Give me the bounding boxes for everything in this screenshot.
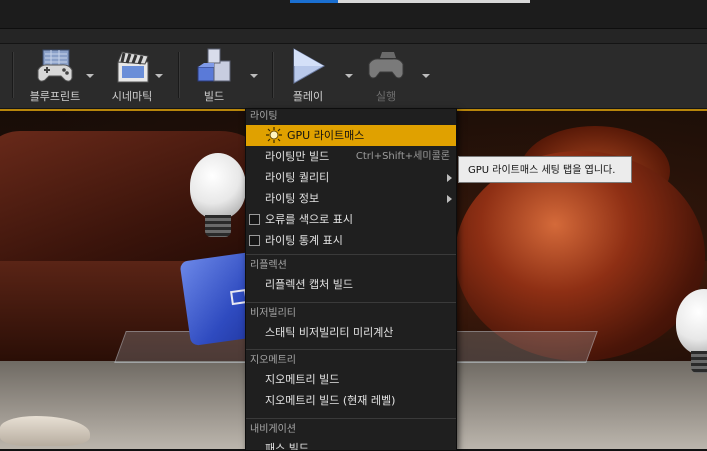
menu-item-show-lighting-stats[interactable]: 라이팅 통계 표시	[246, 230, 456, 251]
light-bulb-icon[interactable]	[676, 289, 707, 373]
build-dropdown-menu: 라이팅 GPU 라이트매스 라이팅만 빌드 Ctrl+Shift+세미콜론 라이…	[245, 108, 457, 451]
toolbar-separator	[178, 52, 180, 98]
menu-item-shortcut: Ctrl+Shift+세미콜론	[355, 151, 450, 162]
menu-section-reflection: 리플렉션 리플렉션 캡처 빌드	[246, 254, 456, 295]
menu-item-label: 라이팅 퀄리티	[265, 171, 330, 184]
menu-item-label: 오류를 색으로 표시	[265, 213, 353, 226]
menu-item-gpu-lightmass[interactable]: GPU 라이트매스	[246, 125, 456, 146]
menu-item-lighting-quality[interactable]: 라이팅 퀄리티	[246, 167, 456, 188]
menu-section-navigation: 내비게이션 패스 빌드	[246, 418, 456, 451]
tooltip: GPU 라이트매스 세팅 탭을 엽니다.	[458, 156, 632, 183]
menu-section-lighting: 라이팅 GPU 라이트매스 라이팅만 빌드 Ctrl+Shift+세미콜론 라이…	[246, 109, 456, 251]
menu-item-label: 패스 빌드	[265, 442, 309, 451]
build-label: 빌드	[203, 90, 225, 103]
active-tab-indicator	[290, 0, 338, 3]
blueprint-gamepad-icon	[31, 46, 79, 86]
menu-item-build-reflection-captures[interactable]: 리플렉션 캡처 빌드	[246, 274, 456, 295]
menu-section-header: 지오메트리	[250, 355, 296, 366]
menu-item-label: 지오메트리 빌드	[265, 373, 340, 386]
menu-divider	[246, 302, 456, 303]
blueprint-button[interactable]: 블루프린트	[22, 46, 88, 106]
menu-item-label: 리플렉션 캡처 빌드	[265, 278, 353, 291]
menu-divider	[246, 254, 456, 255]
tab-strip-bar	[338, 0, 530, 3]
gpu-lightmass-sun-icon	[266, 127, 282, 143]
launch-gamepad-icon	[362, 46, 410, 86]
play-dropdown-chevron-icon[interactable]	[345, 74, 353, 78]
checkbox-icon[interactable]	[249, 235, 260, 246]
launch-label: 실행	[375, 90, 397, 103]
menu-section-visibility: 비저빌리티 스태틱 비저빌리티 미리계산	[246, 302, 456, 343]
build-dropdown-chevron-icon[interactable]	[250, 74, 258, 78]
menu-item-label: 라이팅 정보	[265, 192, 320, 205]
menu-item-build-paths[interactable]: 패스 빌드	[246, 438, 456, 451]
menu-divider	[246, 418, 456, 419]
menu-item-lighting-info[interactable]: 라이팅 정보	[246, 188, 456, 209]
menu-section-geometry: 지오메트리 지오메트리 빌드 지오메트리 빌드 (현재 레벨)	[246, 349, 456, 411]
play-label: 플레이	[292, 90, 324, 103]
menu-section-header: 내비게이션	[250, 424, 296, 435]
launch-dropdown-chevron-icon[interactable]	[422, 74, 430, 78]
build-blocks-icon	[190, 46, 238, 86]
menu-item-precompute-static-visibility[interactable]: 스태틱 비저빌리티 미리계산	[246, 322, 456, 343]
menu-item-label: 라이팅만 빌드	[265, 150, 330, 163]
menu-section-header: 비저빌리티	[250, 308, 296, 319]
cinematics-clapper-icon	[108, 46, 156, 86]
submenu-arrow-icon	[447, 174, 452, 182]
menu-divider	[246, 349, 456, 350]
menu-item-build-geometry[interactable]: 지오메트리 빌드	[246, 369, 456, 390]
menu-item-label: 지오메트리 빌드 (현재 레벨)	[265, 394, 396, 407]
toolbar-separator	[272, 52, 274, 98]
menu-item-show-errors-colored[interactable]: 오류를 색으로 표시	[246, 209, 456, 230]
menu-item-label: 스태틱 비저빌리티 미리계산	[265, 326, 394, 339]
menu-item-build-geometry-current-level[interactable]: 지오메트리 빌드 (현재 레벨)	[246, 390, 456, 411]
menu-item-build-lighting-only[interactable]: 라이팅만 빌드 Ctrl+Shift+세미콜론	[246, 146, 456, 167]
blueprint-label: 블루프린트	[29, 90, 81, 103]
menu-section-header: 라이팅	[250, 111, 278, 122]
cinematics-label: 시네마틱	[111, 90, 153, 103]
cinematics-dropdown-chevron-icon[interactable]	[155, 74, 163, 78]
cinematics-button[interactable]: 시네마틱	[104, 46, 160, 106]
toolbar-spacer	[0, 29, 707, 44]
checkbox-icon[interactable]	[249, 214, 260, 225]
blueprint-dropdown-chevron-icon[interactable]	[86, 74, 94, 78]
build-button[interactable]: 빌드	[190, 46, 238, 106]
play-icon	[284, 46, 332, 86]
submenu-arrow-icon	[447, 195, 452, 203]
menu-item-label: 라이팅 통계 표시	[265, 234, 343, 247]
menu-section-header: 리플렉션	[250, 260, 287, 271]
toolbar-separator	[12, 52, 14, 98]
light-bulb-icon[interactable]	[190, 153, 246, 237]
title-bar	[0, 0, 707, 29]
launch-button[interactable]: 실행	[362, 46, 410, 106]
play-button[interactable]: 플레이	[284, 46, 332, 106]
main-toolbar: 블루프린트 시네마틱 빌드 플레이 실행	[0, 44, 707, 109]
